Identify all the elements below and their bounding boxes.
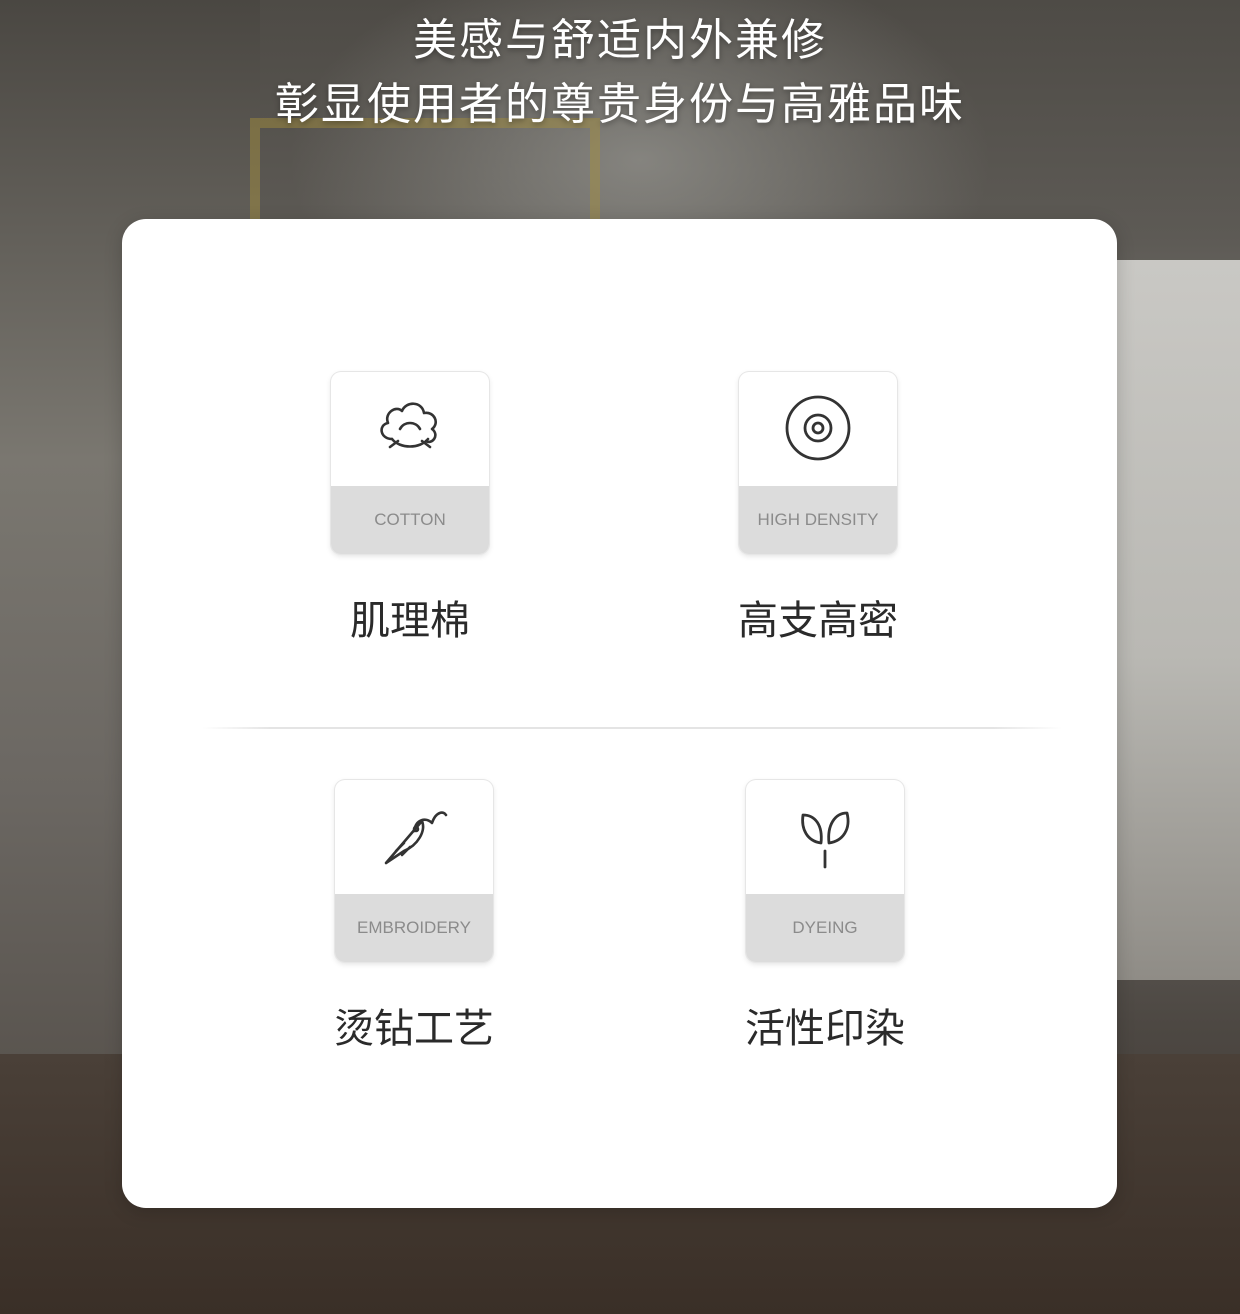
feature-tile: DYEING bbox=[746, 780, 904, 962]
divider bbox=[202, 727, 1062, 729]
feature-label-en: HIGH DENSITY bbox=[739, 486, 897, 554]
feature-high-density: HIGH DENSITY 高支高密 bbox=[698, 372, 938, 646]
feature-tile: EMBROIDERY bbox=[335, 780, 493, 962]
sprout-icon bbox=[746, 780, 904, 892]
feature-embroidery: EMBROIDERY 烫钻工艺 bbox=[294, 780, 534, 1054]
feature-label-zh: 肌理棉 bbox=[350, 598, 470, 644]
feature-cotton: COTTON 肌理棉 bbox=[290, 372, 530, 646]
feature-label-en: DYEING bbox=[746, 894, 904, 962]
target-icon bbox=[739, 372, 897, 484]
features-card: COTTON 肌理棉 HIGH DENSITY 高支高密 EMBROIDERY … bbox=[122, 219, 1117, 1208]
feature-label-en: COTTON bbox=[331, 486, 489, 554]
feature-label-zh: 烫钻工艺 bbox=[334, 1006, 494, 1052]
feature-label-zh: 高支高密 bbox=[738, 598, 898, 644]
cotton-icon bbox=[331, 372, 489, 484]
headline-line-1: 美感与舒适内外兼修 bbox=[413, 15, 827, 66]
feature-tile: COTTON bbox=[331, 372, 489, 554]
background-shelf bbox=[250, 118, 600, 228]
feature-dyeing: DYEING 活性印染 bbox=[705, 780, 945, 1054]
headline-line-2: 彰显使用者的尊贵身份与高雅品味 bbox=[275, 79, 965, 130]
needle-icon bbox=[335, 780, 493, 892]
feature-tile: HIGH DENSITY bbox=[739, 372, 897, 554]
feature-label-en: EMBROIDERY bbox=[335, 894, 493, 962]
feature-label-zh: 活性印染 bbox=[745, 1006, 905, 1052]
